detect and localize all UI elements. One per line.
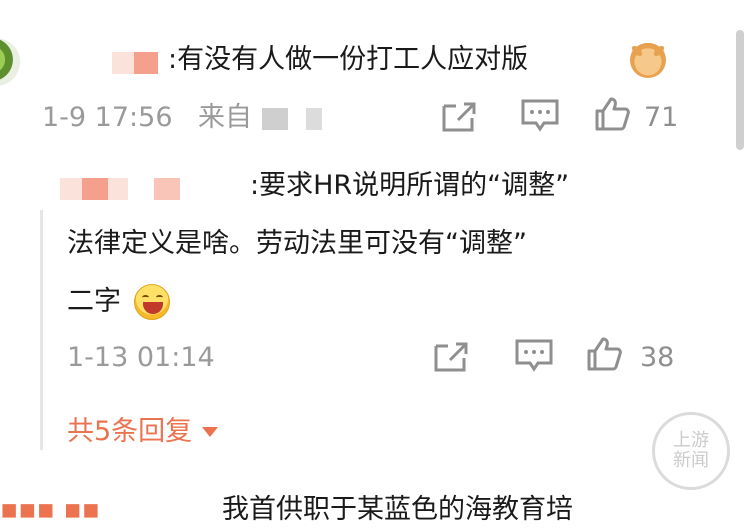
like-icon[interactable] — [586, 336, 622, 372]
reply-indent-bar — [40, 210, 43, 450]
reply-text-line1: :要求HR说明所谓的“调整” — [250, 170, 570, 201]
share-icon[interactable] — [432, 340, 470, 374]
username-redacted[interactable] — [112, 52, 158, 74]
comment-time: 1-9 17:56 — [42, 102, 173, 133]
source-redacted — [262, 108, 322, 130]
comment-icon[interactable] — [520, 98, 560, 134]
watermark-logo: 上游 新闻 — [652, 412, 730, 490]
reply-username-redacted[interactable] — [60, 178, 180, 200]
next-comment-text: 我首供职于某蓝色的海教育培 — [222, 494, 573, 525]
more-replies-link[interactable]: 共5条回复 — [67, 412, 219, 452]
next-comment-username[interactable]: ▪▪▪ ▪▪ — [0, 490, 100, 530]
reply-text-line2: 法律定义是啥。劳动法里可没有“调整” — [67, 228, 527, 259]
laugh-emoji — [134, 284, 170, 320]
avatar[interactable] — [0, 38, 20, 86]
reply-like-count: 38 — [640, 342, 675, 373]
caret-down-icon — [202, 427, 219, 437]
scrollbar[interactable] — [736, 30, 744, 150]
like-count: 71 — [644, 102, 679, 133]
watermark-line1: 上游 — [673, 430, 709, 451]
comment-source-prefix: 来自 — [198, 102, 252, 133]
reply-time: 1-13 01:14 — [67, 342, 215, 373]
comment-icon[interactable] — [514, 338, 554, 374]
share-icon[interactable] — [440, 100, 478, 134]
doge-emoji — [630, 42, 666, 78]
comment-text: :有没有人做一份打工人应对版 — [168, 44, 529, 75]
like-icon[interactable] — [594, 96, 630, 132]
more-replies-label: 共5条回复 — [67, 416, 193, 447]
watermark-line2: 新闻 — [673, 450, 709, 471]
reply-text-line3: 二字 — [67, 286, 121, 317]
